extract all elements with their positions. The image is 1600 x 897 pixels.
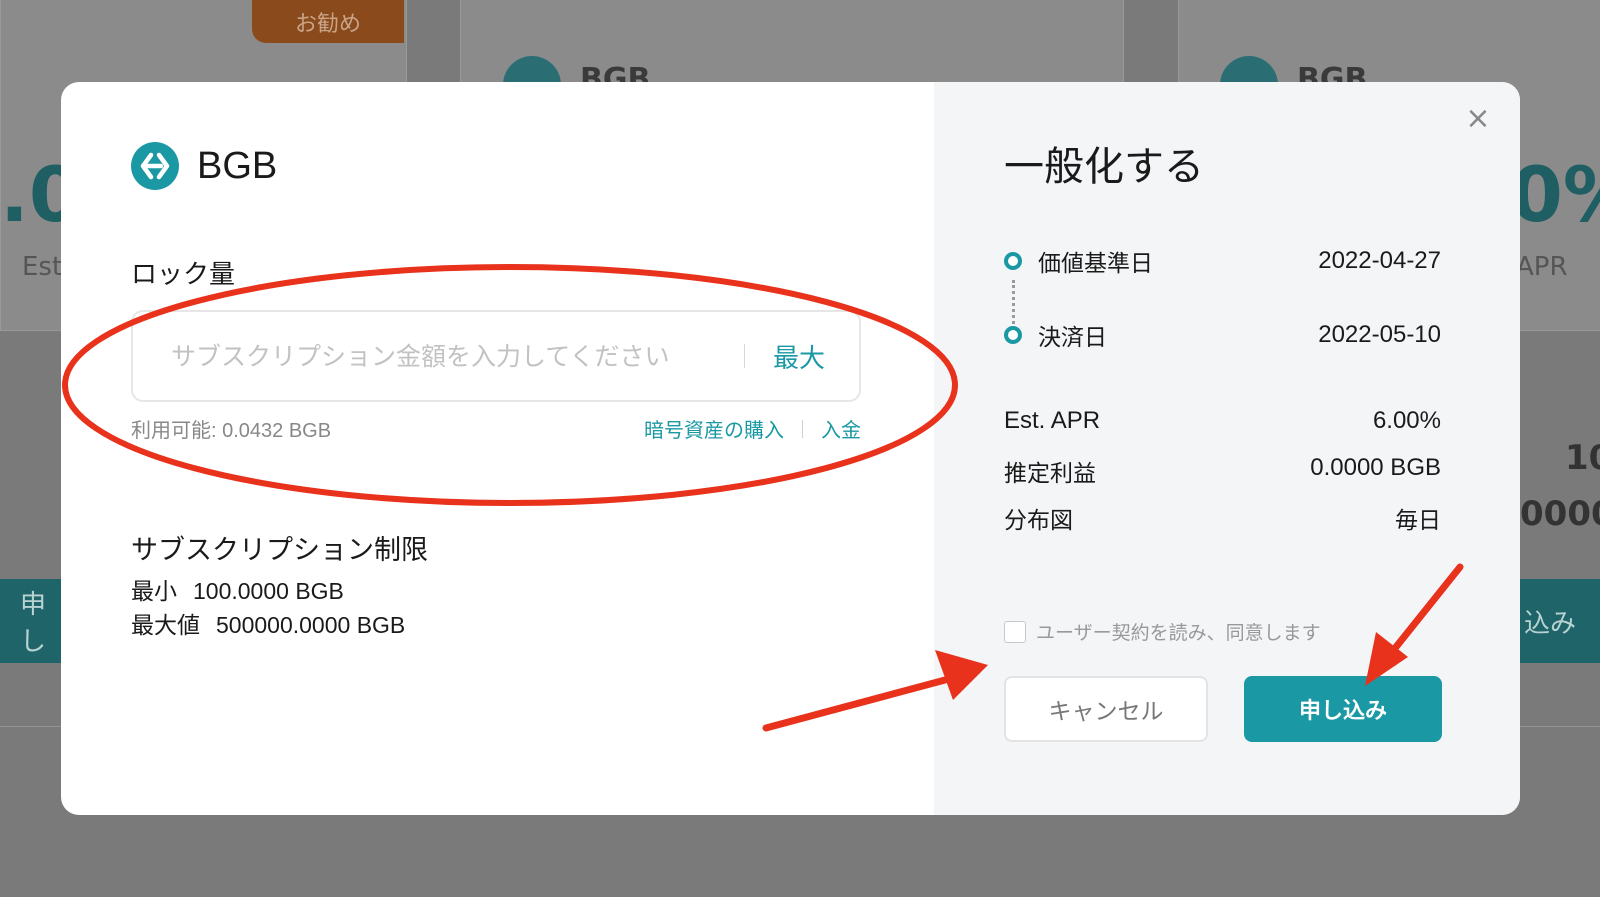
- background-rate: 0%: [1510, 150, 1600, 239]
- limit-max-value: 500000.0000 BGB: [216, 612, 406, 638]
- subscription-limit-title: サブスクリプション制限: [131, 535, 428, 566]
- detail-row-estimated-profit: 推定利益 0.0000 BGB: [1004, 454, 1441, 488]
- background-rate-label: APR: [1516, 252, 1568, 282]
- limit-max-row: 最大値 500000.0000 BGB: [131, 606, 405, 640]
- timeline-row: 価値基準日 2022-04-27: [1004, 244, 1441, 278]
- lock-amount-label: ロック量: [131, 260, 236, 290]
- timeline-dot-icon: [1004, 252, 1022, 270]
- limit-min-label: 最小: [131, 579, 177, 605]
- link-divider: [802, 419, 803, 438]
- subscribe-modal: BGB ロック量 最大 利用可能: 0.0432 BGB 暗号資産の購入 入金 …: [61, 82, 1520, 815]
- cancel-button[interactable]: キャンセル: [1004, 676, 1208, 742]
- apply-button[interactable]: 申し込み: [1244, 676, 1442, 742]
- agreement-checkbox[interactable]: [1004, 620, 1026, 643]
- detail-value: 毎日: [1395, 508, 1441, 534]
- background-subscribe-button: 申し: [0, 579, 62, 663]
- summary-title: 一般化する: [1004, 144, 1204, 190]
- detail-value: 6.00%: [1372, 407, 1441, 434]
- background-value: 0000: [1520, 494, 1600, 534]
- detail-row-distribution: 分布図 毎日: [1004, 501, 1441, 535]
- detail-label: 分布図: [1004, 508, 1073, 534]
- detail-row-apr: Est. APR 6.00%: [1004, 407, 1441, 435]
- limit-min-value: 100.0000 BGB: [193, 578, 344, 604]
- timeline-row: 決済日 2022-05-10: [1004, 318, 1441, 352]
- deposit-link[interactable]: 入金: [821, 414, 861, 443]
- close-icon[interactable]: ×: [1462, 101, 1494, 136]
- amount-input[interactable]: [169, 340, 722, 372]
- field-divider: [743, 344, 745, 368]
- timeline-date: 2022-05-10: [1318, 321, 1441, 348]
- detail-label: Est. APR: [1004, 407, 1101, 434]
- amount-field: 最大: [131, 310, 861, 402]
- coin-header: BGB: [131, 142, 277, 190]
- timeline-label: 決済日: [1038, 325, 1107, 351]
- buy-crypto-link[interactable]: 暗号資産の購入: [644, 414, 784, 443]
- background-subscribe-button: 込み: [1520, 579, 1600, 663]
- background-rate-label: Est: [22, 252, 63, 282]
- limit-min-row: 最小 100.0000 BGB: [131, 572, 344, 606]
- limit-max-label: 最大値: [131, 613, 200, 639]
- timeline-dot-icon: [1004, 326, 1022, 344]
- agreement-row: ユーザー契約を読み、同意します: [1004, 618, 1321, 645]
- background-value: 10: [1565, 438, 1600, 478]
- summary-panel: 一般化する 価値基準日 2022-04-27 決済日 2022-05-10 Es…: [934, 82, 1520, 815]
- detail-label: 推定利益: [1004, 461, 1096, 487]
- coin-name: BGB: [197, 144, 278, 187]
- bitget-swap-icon: [131, 142, 179, 190]
- timeline-label: 価値基準日: [1038, 251, 1153, 277]
- available-balance: 利用可能: 0.0432 BGB: [131, 420, 332, 442]
- agreement-label[interactable]: ユーザー契約を読み、同意します: [1036, 618, 1321, 645]
- timeline-date: 2022-04-27: [1318, 247, 1441, 274]
- detail-value: 0.0000 BGB: [1310, 454, 1441, 481]
- balance-links: 暗号資産の購入 入金: [644, 414, 861, 443]
- recommended-badge: お勧め: [252, 0, 404, 43]
- max-button[interactable]: 最大: [773, 338, 825, 375]
- available-row: 利用可能: 0.0432 BGB 暗号資産の購入 入金: [131, 414, 861, 443]
